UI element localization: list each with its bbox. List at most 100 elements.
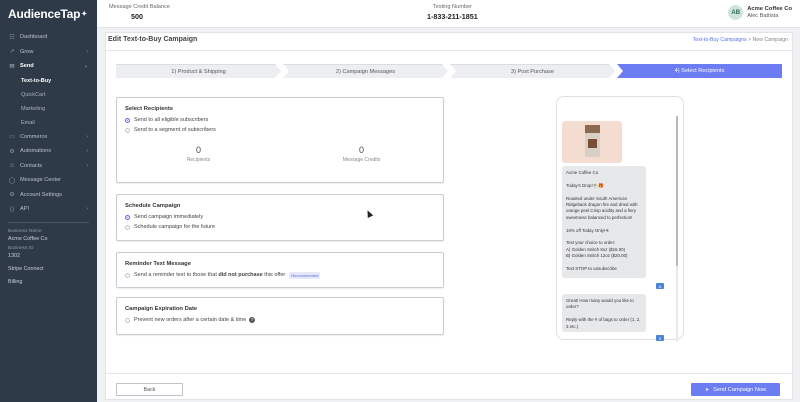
sidebar-subitem-email[interactable]: Email	[0, 116, 97, 130]
chevron-right-icon: ›	[86, 148, 88, 155]
step-product-shipping[interactable]: 1) Product & Shipping	[116, 64, 281, 78]
account-menu[interactable]: AB Acme Coffee Co Alec Battista	[728, 5, 792, 20]
reminder-heading: Reminder Text Message	[125, 261, 191, 267]
account-company: Acme Coffee Co	[747, 6, 792, 12]
logo-text: AudienceTap	[8, 7, 81, 21]
business-name-value: Acme Coffee Co	[8, 235, 48, 242]
read-badge: 5	[656, 335, 664, 341]
chevron-right-icon: ›	[86, 162, 88, 169]
sidebar-subitem-text-to-buy[interactable]: Text-to-Buy	[0, 74, 97, 88]
message-quantity-text: Great! How many would you like to order?…	[566, 298, 641, 329]
sidebar-item-label: Contacts	[20, 162, 43, 169]
title-divider	[106, 50, 792, 51]
send-campaign-label: Send Campaign Now	[713, 386, 767, 393]
step-campaign-messages[interactable]: 2) Campaign Messages	[283, 64, 448, 78]
select-recipients-section: Select Recipients Send to all eligible s…	[116, 97, 444, 183]
sidebar-item-api[interactable]: ⟨⟩ API ›	[0, 202, 97, 217]
message-offer-text: Acme Coffee Co Today's Drop!☕🎁 Roasted u…	[566, 170, 638, 272]
recipients-segment-option[interactable]: Send to a segment of subscribers	[125, 125, 443, 135]
account-user: Alec Battista	[747, 13, 779, 19]
sidebar-item-label: API	[20, 206, 30, 213]
recommended-badge: Recommended	[289, 271, 321, 279]
business-id-label: Business ID	[8, 245, 34, 251]
step-post-purchase[interactable]: 3) Post Purchase	[450, 64, 615, 78]
sidebar: AudienceTap ✦ ☷ Dashboard ↗ Grow › ✉ Send…	[0, 0, 97, 402]
footer-divider	[106, 373, 792, 374]
sidebar-item-contacts[interactable]: ☺ Contacts ›	[0, 159, 97, 174]
schedule-heading: Schedule Campaign	[125, 203, 181, 209]
step-select-recipients[interactable]: 4) Select Recipients	[617, 64, 782, 78]
schedule-future-label: Schedule campaign for the future	[134, 224, 216, 230]
sidebar-divider	[8, 221, 89, 223]
breadcrumb-current: New Campaign	[752, 37, 788, 43]
radio-selected-icon[interactable]	[125, 117, 130, 123]
credit-balance-value: 500	[131, 12, 143, 21]
sidebar-item-grow[interactable]: ↗ Grow ›	[0, 45, 97, 60]
sidebar-item-send[interactable]: ✉ Send ⌄	[0, 59, 97, 74]
recipients-stat: 0 Recipients	[139, 145, 259, 163]
expiration-option[interactable]: Prevent new orders after a certain date …	[125, 315, 443, 325]
account-text: Acme Coffee Co Alec Battista	[747, 6, 792, 19]
sidebar-item-automations[interactable]: ⚙ Automations ›	[0, 144, 97, 159]
expiration-section: Campaign Expiration Date Prevent new ord…	[116, 297, 444, 335]
sidebar-item-label: Commerce	[20, 133, 48, 140]
business-name-label: Business Name	[8, 228, 42, 234]
sidebar-item-label: Account Settings	[20, 191, 62, 198]
sidebar-nav: ☷ Dashboard ↗ Grow › ✉ Send ⌄ Text-to-Bu…	[0, 30, 97, 217]
code-icon: ⟨⟩	[9, 206, 15, 213]
sidebar-item-label: Message Center	[20, 177, 62, 184]
page-title: Edit Text-to-Buy Campaign	[108, 36, 198, 43]
breadcrumb-separator: >	[748, 37, 752, 43]
dashboard-icon: ☷	[9, 34, 15, 41]
stripe-connect-link[interactable]: Stripe Connect	[0, 263, 97, 276]
avatar: AB	[728, 5, 744, 20]
paper-plane-icon: ➤	[704, 386, 710, 393]
bag-top	[585, 125, 600, 133]
logo-star-icon: ✦	[81, 11, 87, 18]
app-logo[interactable]: AudienceTap ✦	[0, 0, 97, 28]
recipient-stats: 0 Recipients 0 Message Credits	[117, 145, 443, 163]
grow-icon: ↗	[9, 49, 15, 56]
checkbox-icon[interactable]	[125, 317, 130, 323]
radio-icon[interactable]	[125, 224, 130, 230]
recipients-segment-label: Send to a segment of subscribers	[134, 127, 216, 133]
sidebar-subitem-marketing[interactable]: Marketing	[0, 102, 97, 116]
main-panel: Edit Text-to-Buy Campaign Text-to-Buy Ca…	[105, 32, 793, 400]
reminder-option[interactable]: Send a reminder text to those that did n…	[125, 270, 443, 280]
recipients-count: 0	[195, 145, 201, 155]
schedule-now-option[interactable]: Send campaign immediately	[125, 212, 443, 222]
radio-icon[interactable]	[125, 127, 130, 133]
sidebar-subitem-quickcart[interactable]: QuickCart	[0, 88, 97, 102]
chevron-right-icon: ›	[86, 133, 88, 140]
sidebar-item-commerce[interactable]: ▭ Commerce ›	[0, 130, 97, 145]
reminder-text-after: this offer	[262, 272, 286, 278]
business-id-value: 1302	[8, 252, 20, 259]
wizard-steps: 1) Product & Shipping 2) Campaign Messag…	[116, 64, 782, 78]
help-icon[interactable]: ?	[249, 317, 256, 323]
texting-number-value: 1-833-211-1851	[427, 12, 478, 21]
recipients-all-option[interactable]: Send to all eligible subscribers	[125, 115, 443, 125]
sidebar-item-dashboard[interactable]: ☷ Dashboard	[0, 30, 97, 45]
sidebar-item-label: Send	[20, 63, 34, 70]
sidebar-item-account-settings[interactable]: ⚙ Account Settings	[0, 188, 97, 203]
send-icon: ✉	[9, 63, 15, 70]
radio-selected-icon[interactable]	[125, 214, 130, 220]
expiration-label: Prevent new orders after a certain date …	[134, 317, 247, 323]
preview-scroll-thumb[interactable]	[676, 116, 678, 266]
sidebar-item-label: Dashboard	[20, 34, 48, 41]
reminder-text-bold: did not purchase	[218, 272, 263, 278]
breadcrumb: Text-to-Buy Campaigns > New Campaign	[693, 37, 788, 43]
automations-icon: ⚙	[9, 148, 15, 155]
sidebar-item-label: Grow	[20, 48, 34, 55]
texting-number: Texting Number 1-833-211-1851	[427, 4, 478, 21]
reminder-text-before: Send a reminder text to those that	[134, 272, 219, 278]
breadcrumb-campaigns-link[interactable]: Text-to-Buy Campaigns	[693, 37, 747, 43]
checkbox-icon[interactable]	[125, 272, 130, 278]
send-campaign-button[interactable]: ➤ Send Campaign Now	[691, 383, 780, 396]
message-center-icon: ◯	[8, 177, 16, 184]
schedule-campaign-section: Schedule Campaign Send campaign immediat…	[116, 194, 444, 241]
billing-link[interactable]: Billing	[0, 276, 97, 289]
schedule-future-option[interactable]: Schedule campaign for the future	[125, 222, 443, 232]
sidebar-item-message-center[interactable]: ◯ Message Center	[0, 173, 97, 188]
back-button[interactable]: Back	[116, 383, 183, 396]
